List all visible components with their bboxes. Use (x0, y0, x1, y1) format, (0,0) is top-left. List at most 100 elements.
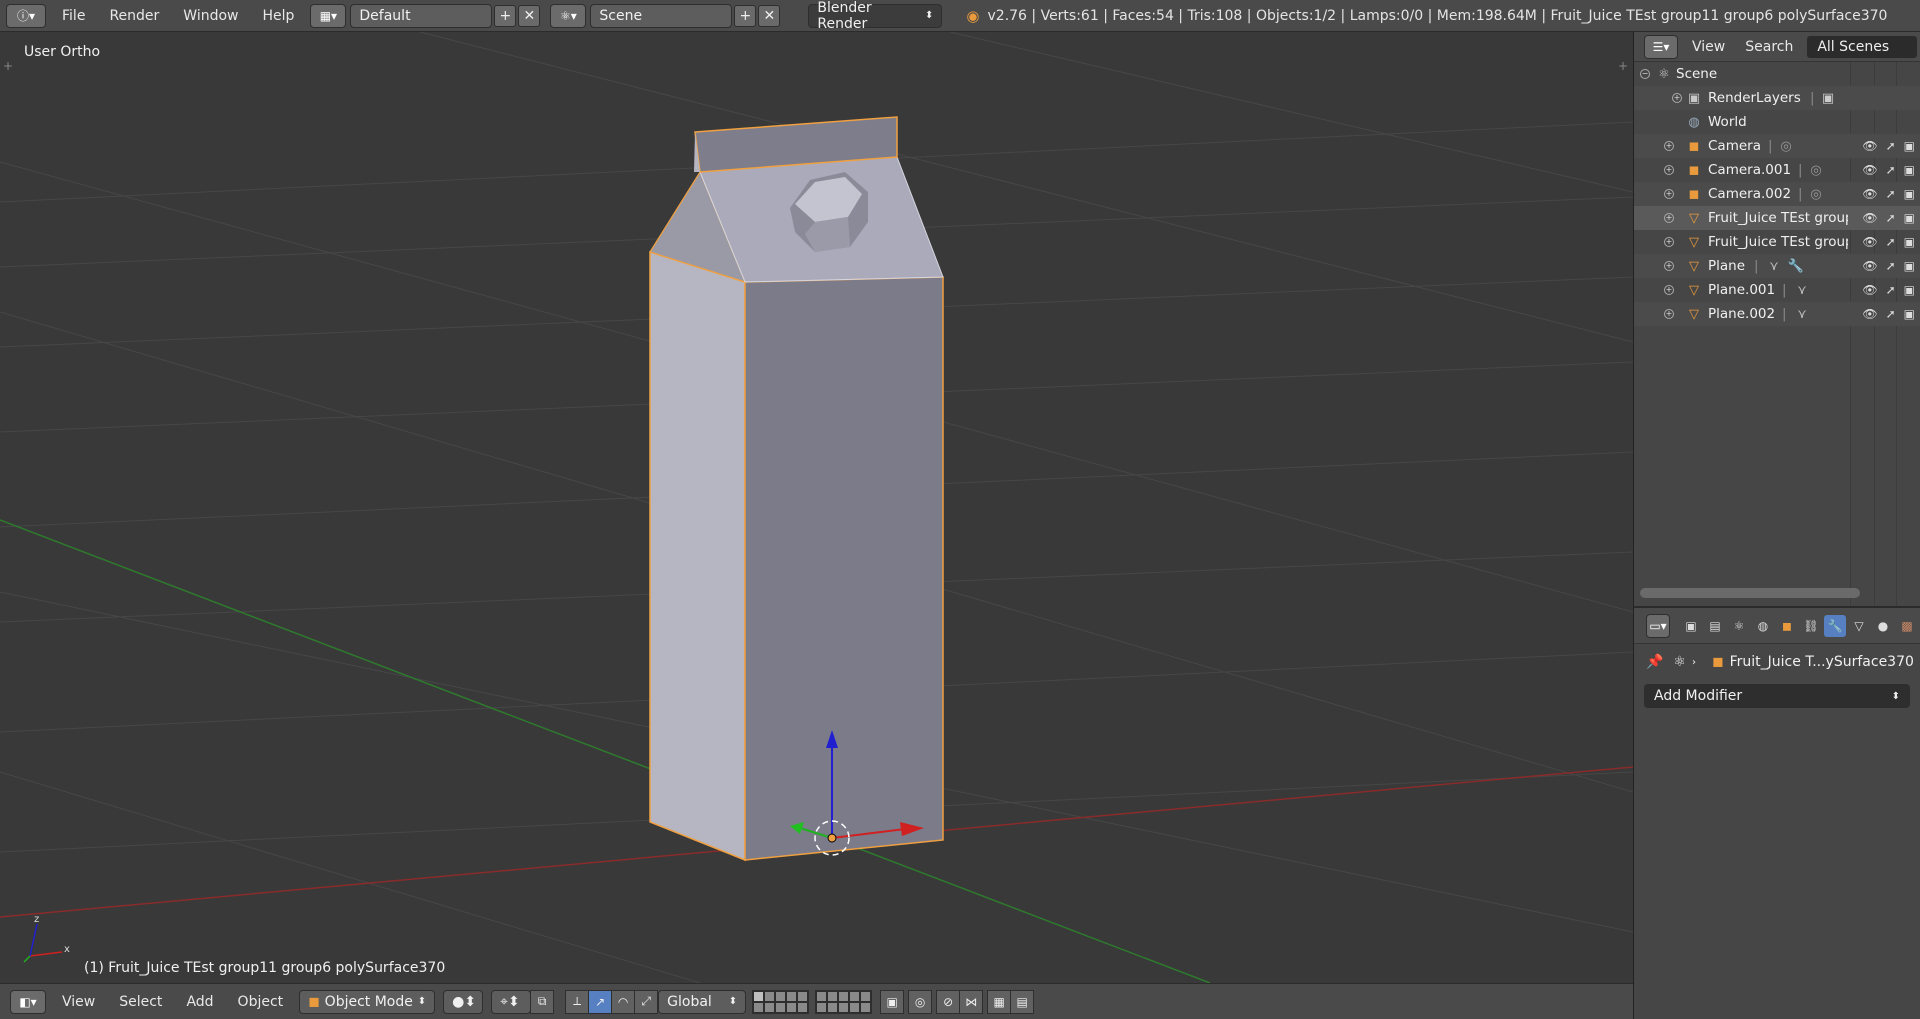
render-icon[interactable]: ▣ (1904, 283, 1915, 297)
outliner-menu-search[interactable]: Search (1735, 39, 1803, 55)
eye-icon[interactable]: 👁 (1862, 187, 1877, 201)
expand-icon[interactable]: + (1664, 189, 1674, 199)
manipulator-toggle-button[interactable]: ⟂ (565, 989, 590, 1014)
eye-icon[interactable]: 👁 (1862, 235, 1877, 249)
cursor-icon[interactable]: ➚ (1886, 259, 1896, 273)
tab-render-layers[interactable]: ▤ (1704, 615, 1726, 637)
outliner-horizontal-scrollbar[interactable] (1640, 588, 1860, 598)
layout-name-field[interactable]: Default (350, 3, 493, 28)
add-modifier-dropdown[interactable]: Add Modifier ⬍ (1644, 684, 1910, 708)
cursor-icon[interactable]: ➚ (1886, 235, 1896, 249)
menu-add[interactable]: Add (174, 994, 225, 1010)
eye-icon[interactable]: 👁 (1862, 139, 1877, 153)
tree-row-plane[interactable]: + ▽ Plane | ⋎ 🔧 👁 ➚ ▣ (1634, 254, 1920, 278)
occlude-geometry-button[interactable]: ⧉ (530, 989, 555, 1014)
scene-name-field[interactable]: Scene (590, 3, 733, 28)
mode-dropdown[interactable]: ◼ Object Mode ⬍ (299, 989, 436, 1014)
cursor-icon[interactable]: ➚ (1886, 283, 1896, 297)
tree-row-plane-002[interactable]: + ▽ Plane.002 | ⋎ 👁 ➚ ▣ (1634, 302, 1920, 326)
render-icon[interactable]: ▣ (1904, 139, 1915, 153)
render-icon[interactable]: ▣ (1904, 259, 1915, 273)
render-icon[interactable]: ▣ (1904, 307, 1915, 321)
expand-icon[interactable]: + (1664, 237, 1674, 247)
menu-file[interactable]: File (50, 8, 97, 24)
layer-buttons-b[interactable] (815, 989, 873, 1014)
tab-world[interactable]: ◍ (1752, 615, 1774, 637)
eye-icon[interactable]: 👁 (1862, 211, 1877, 225)
expand-icon[interactable]: + (1672, 93, 1682, 103)
render-icon[interactable]: ▣ (1904, 211, 1915, 225)
expand-icon[interactable]: + (1664, 261, 1674, 271)
tree-row-renderlayers[interactable]: + ▣ RenderLayers | ▣ (1634, 86, 1920, 110)
tab-texture[interactable]: ▩ (1896, 615, 1918, 637)
editor-type-button[interactable]: ▭▾ (1646, 613, 1670, 638)
viewport-canvas[interactable]: x z + + (0, 32, 1633, 983)
tree-row-plane-001[interactable]: + ▽ Plane.001 | ⋎ 👁 ➚ ▣ (1634, 278, 1920, 302)
tree-row-scene[interactable]: − ⚛ Scene (1634, 62, 1920, 86)
3d-viewport[interactable]: x z + + User Ortho (1) Fruit_Juice TEst … (0, 32, 1633, 983)
pivot-dropdown[interactable]: ⌖⬍ (491, 989, 532, 1014)
menu-render[interactable]: Render (97, 8, 171, 24)
expand-icon[interactable]: + (1664, 165, 1674, 175)
render-icon[interactable]: ▣ (1904, 235, 1915, 249)
eye-icon[interactable]: 👁 (1862, 307, 1877, 321)
outliner-menu-view[interactable]: View (1682, 39, 1735, 55)
tab-render[interactable]: ▣ (1680, 615, 1702, 637)
translate-manipulator-button[interactable]: ↗ (588, 989, 613, 1014)
menu-select[interactable]: Select (107, 994, 174, 1010)
add-scene-button[interactable]: + (734, 4, 757, 27)
opengl-render-button[interactable]: ▦ (987, 989, 1012, 1014)
menu-window[interactable]: Window (171, 8, 250, 24)
render-engine-dropdown[interactable]: Blender Render ⬍ (808, 0, 943, 32)
juice-carton-mesh[interactable] (649, 116, 944, 862)
cursor-icon[interactable]: ➚ (1886, 307, 1896, 321)
pin-icon[interactable]: 📌 (1646, 654, 1663, 670)
cursor-icon[interactable]: ➚ (1886, 211, 1896, 225)
editor-type-button[interactable]: ⓘ▾ (6, 3, 46, 28)
menu-view[interactable]: View (50, 994, 107, 1010)
tab-modifiers[interactable]: 🔧 (1824, 614, 1846, 637)
orientation-dropdown[interactable]: Global ⬍ (658, 989, 747, 1014)
expand-icon[interactable]: + (1664, 309, 1674, 319)
tree-row-camera-001[interactable]: + ◼ Camera.001 | ◎ 👁 ➚ ▣ (1634, 158, 1920, 182)
tree-row-camera-002[interactable]: + ◼ Camera.002 | ◎ 👁 ➚ ▣ (1634, 182, 1920, 206)
tab-data[interactable]: ▽ (1848, 615, 1870, 637)
cursor-icon[interactable]: ➚ (1886, 187, 1896, 201)
cursor-icon[interactable]: ➚ (1886, 139, 1896, 153)
collapse-icon[interactable]: − (1640, 69, 1650, 79)
expand-icon[interactable]: + (1664, 213, 1674, 223)
scene-browse-button[interactable]: ⚛▾ (550, 3, 587, 28)
proportional-edit-button[interactable]: ◎ (908, 989, 933, 1014)
tree-row-fruit-juice-2[interactable]: + ▽ Fruit_Juice TEst group11 👁 ➚ ▣ (1634, 230, 1920, 254)
scale-manipulator-button[interactable]: ⤢ (634, 989, 659, 1014)
expand-icon[interactable]: + (1664, 141, 1674, 151)
editor-type-button[interactable]: ☰▾ (1644, 34, 1678, 59)
eye-icon[interactable]: 👁 (1862, 259, 1877, 273)
tree-row-fruit-juice-1[interactable]: + ▽ Fruit_Juice TEst group11 👁 ➚ ▣ (1634, 206, 1920, 230)
lock-layers-button[interactable]: ▣ (880, 989, 905, 1014)
delete-layout-button[interactable]: ✕ (518, 4, 541, 27)
rotate-manipulator-button[interactable]: ◠ (611, 989, 636, 1014)
eye-icon[interactable]: 👁 (1862, 283, 1877, 297)
add-layout-button[interactable]: + (494, 4, 517, 27)
menu-help[interactable]: Help (250, 8, 306, 24)
shading-dropdown[interactable]: ●⬍ (443, 989, 484, 1014)
layer-buttons-a[interactable] (752, 989, 810, 1014)
render-icon[interactable]: ▣ (1904, 187, 1915, 201)
tree-row-world[interactable]: ◍ World (1634, 110, 1920, 134)
snap-toggle-button[interactable]: ⊘ (936, 989, 961, 1014)
editor-type-button[interactable]: ◧▾ (10, 989, 46, 1014)
snap-element-button[interactable]: ⋈ (959, 989, 984, 1014)
opengl-animation-button[interactable]: ▤ (1010, 989, 1035, 1014)
render-icon[interactable]: ▣ (1904, 163, 1915, 177)
delete-scene-button[interactable]: ✕ (758, 4, 781, 27)
tab-material[interactable]: ● (1872, 615, 1894, 637)
eye-icon[interactable]: 👁 (1862, 163, 1877, 177)
layout-browse-button[interactable]: ▦▾ (310, 3, 347, 28)
tab-object[interactable]: ◼ (1776, 615, 1798, 637)
expand-icon[interactable]: + (1664, 285, 1674, 295)
display-mode-dropdown[interactable]: All Scenes (1807, 35, 1918, 58)
tab-scene[interactable]: ⚛ (1728, 615, 1750, 637)
tab-constraints[interactable]: ⛓ (1800, 615, 1822, 637)
cursor-icon[interactable]: ➚ (1886, 163, 1896, 177)
